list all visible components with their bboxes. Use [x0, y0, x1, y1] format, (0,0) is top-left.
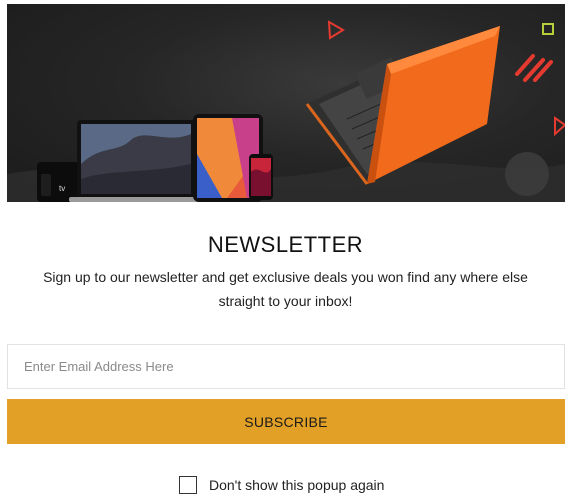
svg-text:tv: tv — [59, 184, 65, 193]
apple-tv-icon: tv — [37, 162, 79, 202]
subscribe-button[interactable]: SUBSCRIBE — [7, 399, 565, 444]
newsletter-title: NEWSLETTER — [207, 232, 364, 257]
newsletter-banner: tv — [7, 4, 565, 202]
square-icon — [542, 23, 554, 35]
stripes-icon — [515, 54, 553, 82]
dont-show-label: Don't show this popup again — [209, 477, 385, 493]
laptop-icon — [69, 120, 203, 202]
dont-show-checkbox[interactable] — [179, 476, 197, 494]
triangle-icon — [327, 20, 345, 40]
orange-laptop-icon — [305, 26, 500, 185]
phone-icon — [249, 154, 273, 200]
newsletter-description: Sign up to our newsletter and get exclus… — [43, 269, 528, 309]
dont-show-popup-option[interactable]: Don't show this popup again — [179, 475, 384, 495]
email-input[interactable] — [7, 344, 565, 389]
